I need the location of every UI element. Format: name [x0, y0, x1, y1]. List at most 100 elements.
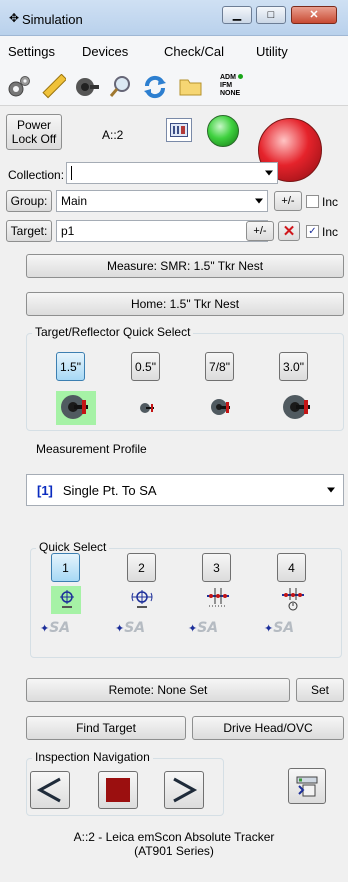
- reflector-button-2[interactable]: 0.5": [131, 352, 160, 381]
- close-icon: ✕: [309, 9, 319, 21]
- reflector-button-1[interactable]: 1.5": [56, 352, 85, 381]
- menu-utility[interactable]: Utility: [256, 44, 288, 59]
- menu-bar: Settings Devices Check/Cal Utility: [0, 36, 348, 66]
- measure-button[interactable]: Measure: SMR: 1.5" Tkr Nest: [26, 254, 344, 278]
- sa-logo-icon-2: ✦SA: [115, 620, 146, 636]
- minimize-icon: ▁: [232, 9, 242, 21]
- collection-label: Collection:: [8, 168, 65, 182]
- target-inc-checkbox[interactable]: ✓: [306, 225, 319, 238]
- checkmark-icon: ✓: [308, 226, 317, 237]
- reflector-medium-sphere-icon: [211, 399, 230, 415]
- power-lock-line2: Lock Off: [11, 132, 57, 146]
- maximize-button[interactable]: □: [256, 6, 286, 24]
- drive-head-label: Drive Head/OVC: [223, 721, 313, 735]
- group-value: Main: [61, 194, 88, 208]
- group-inc-checkbox[interactable]: [306, 195, 319, 208]
- group-dropdown[interactable]: Main: [56, 190, 268, 212]
- reflector-button-2-label: 0.5": [135, 359, 156, 374]
- target-button[interactable]: Target:: [6, 220, 52, 242]
- distance-stream-icon: [207, 588, 229, 607]
- chevron-down-icon: [327, 487, 335, 493]
- reflector-small-sphere-icon: [140, 403, 154, 413]
- single-point-icon: [60, 590, 74, 608]
- inspection-toolbox-icon: [296, 776, 318, 797]
- menu-settings[interactable]: Settings: [8, 44, 55, 59]
- reflector-button-3[interactable]: 7/8": [205, 352, 234, 381]
- quick-select-button-2[interactable]: 2: [127, 553, 156, 582]
- reflector-button-4[interactable]: 3.0": [279, 352, 308, 381]
- power-lock-button[interactable]: Power Lock Off: [6, 114, 62, 150]
- target-plus-minus-button[interactable]: +/-: [246, 221, 274, 241]
- time-stream-icon: [282, 588, 304, 611]
- target-button-label: Target:: [10, 224, 48, 238]
- reflector-button-3-label: 7/8": [209, 359, 230, 374]
- quick-select-button-2-label: 2: [138, 560, 145, 575]
- search-target-icon[interactable]: [108, 74, 134, 100]
- title-bar: ✥ Simulation ▁ □ ✕: [0, 0, 348, 36]
- collection-dropdown[interactable]: [66, 162, 278, 184]
- tracker-target-icon[interactable]: [74, 74, 100, 100]
- reflector-group-title: Target/Reflector Quick Select: [32, 325, 194, 339]
- close-button[interactable]: ✕: [291, 6, 337, 24]
- measurement-profile-dropdown[interactable]: [1] Single Pt. To SA: [26, 474, 344, 506]
- quick-select-button-3-label: 3: [213, 560, 220, 575]
- reflector-large-sphere-icon: [61, 395, 88, 419]
- inspection-toolbox-button[interactable]: [288, 768, 326, 804]
- quick-select-button-4-label: 4: [288, 560, 295, 575]
- chevron-down-icon: [265, 170, 273, 176]
- find-target-label: Find Target: [76, 721, 136, 735]
- remote-set-button[interactable]: Set: [296, 678, 344, 702]
- chevron-down-icon: [255, 198, 263, 204]
- sa-logo-icon-3: ✦SA: [188, 620, 219, 636]
- next-button[interactable]: [164, 771, 204, 809]
- instrument-label: A::2: [102, 128, 124, 142]
- home-button-label: Home: 1.5" Tkr Nest: [130, 297, 240, 311]
- panel-icon: [170, 123, 188, 137]
- find-target-button[interactable]: Find Target: [26, 716, 186, 740]
- minimize-button[interactable]: ▁: [222, 6, 252, 24]
- sa-logo-icon-4: ✦SA: [264, 620, 295, 636]
- profile-index: [1]: [37, 482, 53, 498]
- arrow-left-icon: [36, 777, 61, 803]
- arrow-right-icon: [173, 777, 198, 803]
- quick-select-title: Quick Select: [36, 540, 110, 554]
- quick-select-button-1-label: 1: [62, 560, 69, 575]
- instrument-panel-button[interactable]: [166, 118, 192, 142]
- reflector-xlarge-sphere-icon: [283, 395, 310, 419]
- measurement-profile-title: Measurement Profile: [36, 442, 147, 456]
- quick-select-button-1[interactable]: 1: [51, 553, 80, 582]
- settings-gears-icon[interactable]: [6, 74, 32, 100]
- ruler-icon[interactable]: [40, 74, 66, 100]
- maximize-icon: □: [267, 9, 275, 21]
- target-input[interactable]: p1: [56, 220, 268, 242]
- instrument-status-line2: (AT901 Series): [134, 844, 214, 858]
- instrument-status-line1: A::2 - Leica emScon Absolute Tracker: [73, 830, 275, 844]
- menu-devices[interactable]: Devices: [82, 44, 128, 59]
- sa-logo-icon-1: ✦SA: [40, 620, 71, 636]
- quick-select-button-4[interactable]: 4: [277, 553, 306, 582]
- group-button-label: Group:: [10, 194, 48, 208]
- menu-check-cal[interactable]: Check/Cal: [164, 44, 224, 59]
- status-indicator-group: ADM IFM NONE: [220, 74, 243, 98]
- quick-select-button-3[interactable]: 3: [202, 553, 231, 582]
- reflector-button-4-label: 3.0": [283, 359, 304, 374]
- stop-button[interactable]: [98, 771, 138, 809]
- stop-square-icon: [106, 778, 130, 802]
- target-plus-minus-label: +/-: [253, 225, 267, 237]
- ifm-label: IFM: [220, 82, 233, 89]
- group-button[interactable]: Group:: [6, 190, 52, 212]
- previous-button[interactable]: [30, 771, 70, 809]
- text-cursor: [71, 166, 72, 180]
- drive-head-button[interactable]: Drive Head/OVC: [192, 716, 344, 740]
- remote-button[interactable]: Remote: None Set: [26, 678, 290, 702]
- refresh-icon[interactable]: [142, 74, 168, 100]
- averaged-point-icon: [131, 590, 153, 608]
- inspection-navigation-title: Inspection Navigation: [32, 750, 153, 764]
- folder-icon[interactable]: [178, 74, 204, 100]
- reflector-button-1-label: 1.5": [60, 359, 81, 374]
- target-delete-button[interactable]: ✕: [278, 221, 300, 241]
- toolbar: ADM IFM NONE: [0, 66, 348, 106]
- group-plus-minus-label: +/-: [281, 195, 295, 207]
- group-plus-minus-button[interactable]: +/-: [274, 191, 302, 211]
- home-button[interactable]: Home: 1.5" Tkr Nest: [26, 292, 344, 316]
